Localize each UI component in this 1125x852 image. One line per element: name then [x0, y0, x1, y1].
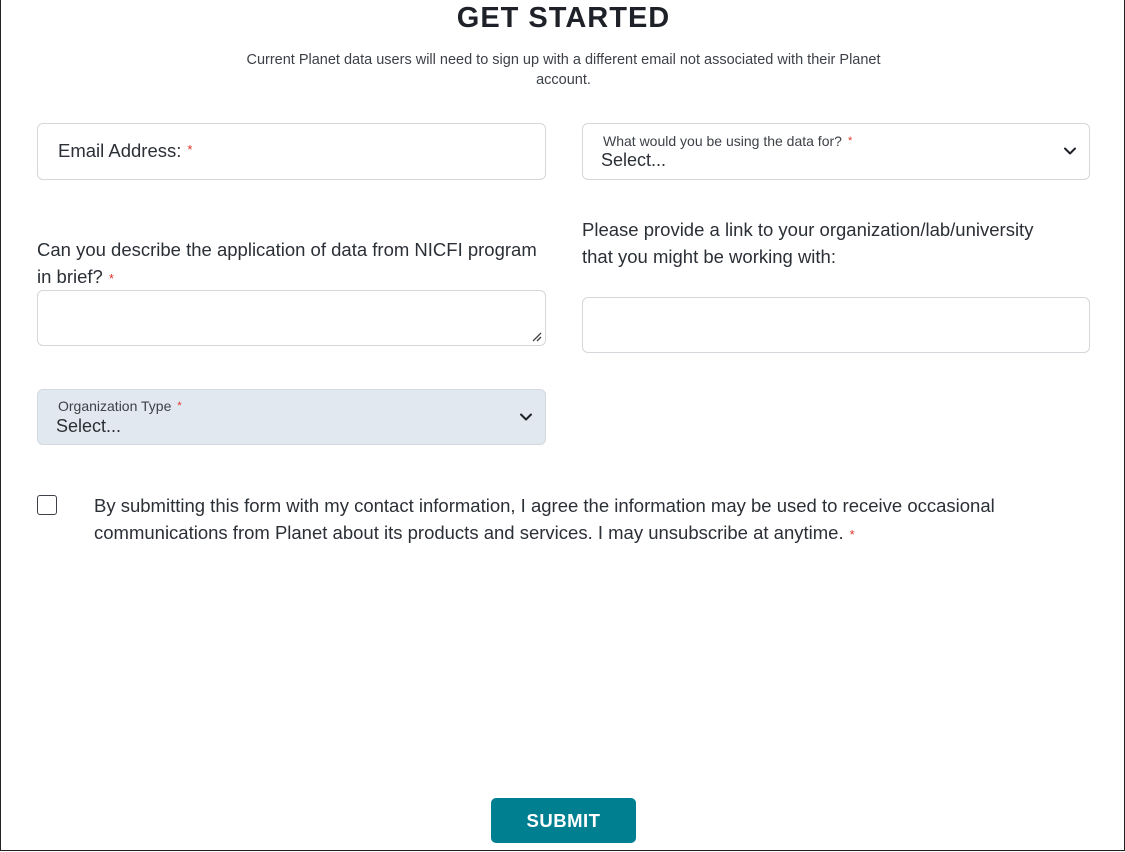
- required-asterisk: *: [187, 142, 193, 157]
- email-label-text: Email Address:: [58, 140, 182, 161]
- chevron-down-icon: [520, 413, 532, 421]
- consent-text: By submitting this form with my contact …: [94, 492, 1104, 546]
- email-field[interactable]: Email Address: *: [37, 123, 546, 180]
- organization-type-label: Organization Type *: [58, 398, 182, 414]
- usage-label: What would you be using the data for? *: [603, 133, 852, 149]
- page-title: GET STARTED: [456, 2, 671, 34]
- email-label: Email Address: *: [58, 140, 192, 162]
- form-container: GET STARTED Current Planet data users wi…: [0, 0, 1125, 851]
- page-subtitle: Current Planet data users will need to s…: [246, 52, 881, 88]
- application-label: Can you describe the application of data…: [37, 236, 546, 290]
- required-asterisk: *: [849, 527, 855, 542]
- required-asterisk: *: [847, 135, 853, 147]
- usage-selected-value: Select...: [601, 150, 667, 170]
- application-textarea[interactable]: [37, 290, 546, 346]
- organization-type-selected-value: Select...: [56, 416, 122, 436]
- required-asterisk: *: [108, 271, 114, 286]
- org-link-label: Please provide a link to your organizati…: [582, 219, 1034, 267]
- resize-grip-icon[interactable]: [530, 330, 542, 342]
- usage-label-text: What would you be using the data for?: [603, 133, 842, 149]
- consent-text-body: By submitting this form with my contact …: [94, 495, 995, 543]
- submit-button[interactable]: SUBMIT: [491, 798, 636, 843]
- consent-checkbox[interactable]: [37, 495, 57, 515]
- usage-select[interactable]: What would you be using the data for? * S…: [582, 123, 1090, 180]
- chevron-down-icon: [1064, 147, 1076, 155]
- required-asterisk: *: [177, 400, 182, 412]
- organization-type-label-text: Organization Type: [58, 398, 172, 414]
- org-link-input[interactable]: [582, 297, 1090, 353]
- organization-type-select[interactable]: Organization Type * Select...: [37, 389, 546, 445]
